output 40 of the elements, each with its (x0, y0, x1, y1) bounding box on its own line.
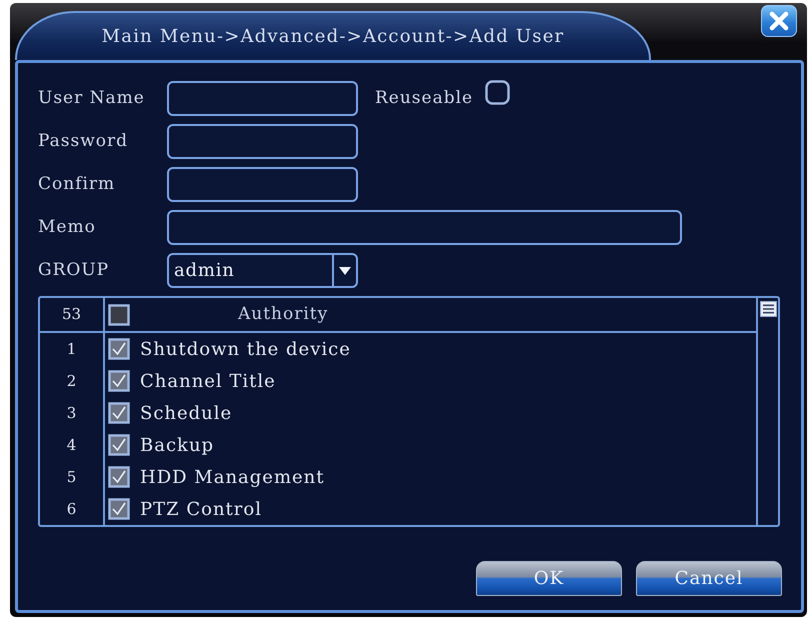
checked-checkbox-icon[interactable] (108, 466, 130, 488)
field-label: GROUP (38, 258, 110, 282)
input-field[interactable] (167, 167, 358, 202)
field-label: Confirm (38, 172, 116, 196)
close-button[interactable] (761, 5, 797, 37)
checked-checkbox-icon[interactable] (108, 370, 130, 392)
permission-label: Shutdown the device (140, 338, 351, 362)
input-field[interactable] (167, 81, 358, 116)
close-icon (769, 11, 789, 31)
row-number: 3 (40, 397, 105, 429)
row-number: 4 (40, 429, 105, 461)
memo-field[interactable] (167, 210, 682, 245)
permission-label: Schedule (140, 402, 232, 426)
item-count: 53 (40, 298, 105, 331)
row-number: 6 (40, 493, 105, 525)
window-title: Main Menu->Advanced->Account->Add User (102, 25, 564, 49)
row-number: 2 (40, 365, 105, 397)
checked-checkbox-icon[interactable] (108, 338, 130, 360)
field-label: Password (38, 130, 130, 153)
checkbox-icon[interactable] (485, 80, 510, 105)
checked-checkbox-icon[interactable] (108, 498, 130, 520)
group-dropdown[interactable]: admin (167, 253, 358, 288)
field-label: User Name (38, 86, 146, 110)
menu-icon[interactable] (760, 301, 776, 317)
reuseable-label: Reuseable (375, 86, 474, 110)
permission-label: Channel Title (140, 370, 276, 394)
row-number: 5 (40, 461, 105, 493)
checkbox-icon[interactable] (108, 304, 130, 326)
permission-label: Backup (140, 434, 214, 458)
row-number: 1 (40, 333, 105, 365)
permission-label: HDD Management (140, 466, 324, 490)
cancel-button[interactable]: Cancel (636, 561, 782, 596)
ok-button[interactable]: OK (476, 561, 622, 596)
column-header: Authority (238, 302, 328, 326)
checked-checkbox-icon[interactable] (108, 434, 130, 456)
input-field[interactable] (167, 124, 358, 159)
permission-label: PTZ Control (140, 498, 262, 522)
caret-icon (339, 266, 351, 274)
field-label: Memo (38, 216, 97, 239)
checked-checkbox-icon[interactable] (108, 402, 130, 424)
